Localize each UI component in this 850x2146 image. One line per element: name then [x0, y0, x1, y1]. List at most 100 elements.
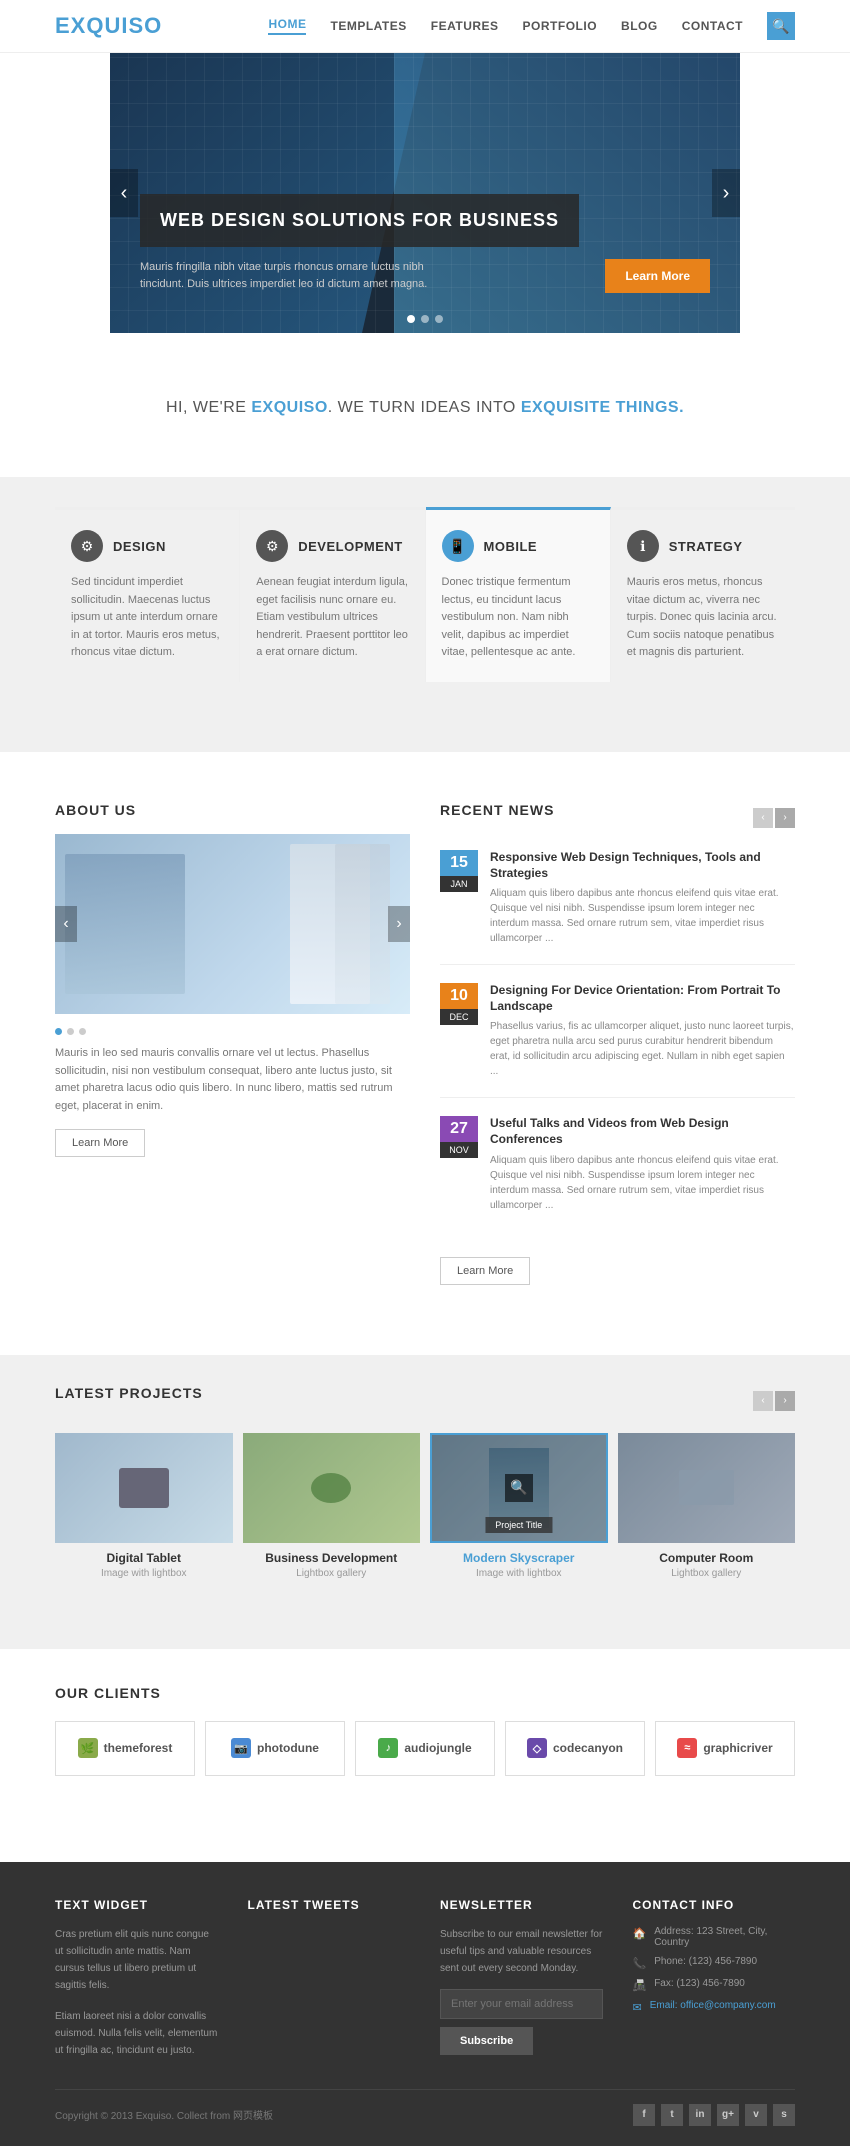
- about-title: ABOUT US: [55, 802, 410, 818]
- project-1: Digital Tablet Image with lightbox: [55, 1433, 233, 1579]
- nav-templates[interactable]: TEMPLATES: [330, 19, 406, 33]
- feature-development: ⚙ DEVELOPMENT Aenean feugiat interdum li…: [240, 510, 425, 682]
- about-dot-1[interactable]: [55, 1028, 62, 1035]
- project-img-1: [55, 1433, 233, 1543]
- footer-newsletter-col: NEWSLETTER Subscribe to our email newsle…: [440, 1898, 603, 2059]
- clients-section: OUR CLIENTS 🌿 themeforest 📷 photodune ♪ …: [55, 1685, 795, 1776]
- about-prev-arrow[interactable]: ‹: [55, 906, 77, 942]
- hero-section: ‹ › WEB DESIGN SOLUTIONS FOR BUSINESS Ma…: [55, 53, 795, 333]
- feature-development-title: DEVELOPMENT: [298, 539, 402, 554]
- news-next-btn[interactable]: ›: [775, 808, 795, 828]
- project-type-3: Image with lightbox: [430, 1568, 608, 1579]
- social-icons: f t in g+ v s: [633, 2104, 795, 2126]
- client-name-3: audiojungle: [404, 1741, 471, 1755]
- client-photodune[interactable]: 📷 photodune: [205, 1721, 345, 1776]
- main-nav: HOME TEMPLATES FEATURES PORTFOLIO BLOG C…: [268, 12, 795, 40]
- nav-blog[interactable]: BLOG: [621, 19, 658, 33]
- client-themeforest[interactable]: 🌿 themeforest: [55, 1721, 195, 1776]
- news-header: RECENT NEWS ‹ ›: [440, 802, 795, 834]
- footer-newsletter-title: NEWSLETTER: [440, 1898, 603, 1912]
- hero-dot-2[interactable]: [421, 315, 429, 323]
- tagline-highlight: EXQUISITE THINGS.: [521, 399, 684, 416]
- mobile-icon: 📱: [442, 530, 474, 562]
- news-day-1: 15: [440, 850, 478, 876]
- photodune-icon: 📷: [231, 1738, 251, 1758]
- news-title-2: Designing For Device Orientation: From P…: [490, 983, 795, 1014]
- nav-home[interactable]: HOME: [268, 17, 306, 35]
- footer-widget-text2: Etiam laoreet nisi a dolor convallis eui…: [55, 2008, 218, 2059]
- news-item-2: 10 DEC Designing For Device Orientation:…: [440, 983, 795, 1098]
- projects-section: LATEST PROJECTS ‹ › Digital Tablet Image…: [55, 1385, 795, 1579]
- project-thumb-3[interactable]: 🔍 Project Title: [430, 1433, 608, 1543]
- project-type-2: Lightbox gallery: [243, 1568, 421, 1579]
- about-dot-2[interactable]: [67, 1028, 74, 1035]
- client-name-4: codecanyon: [553, 1741, 623, 1755]
- projects-nav-arrows: ‹ ›: [753, 1391, 795, 1411]
- tagline-prefix: HI, WE'RE: [166, 399, 251, 416]
- about-learn-button[interactable]: Learn More: [55, 1129, 145, 1157]
- footer-widget-text1: Cras pretium elit quis nunc congue ut so…: [55, 1926, 218, 1994]
- hero-dot-1[interactable]: [407, 315, 415, 323]
- projects-prev-btn[interactable]: ‹: [753, 1391, 773, 1411]
- news-learn-button[interactable]: Learn More: [440, 1257, 530, 1285]
- nav-portfolio[interactable]: PORTFOLIO: [523, 19, 598, 33]
- project-2: Business Development Lightbox gallery: [243, 1433, 421, 1579]
- nav-contact[interactable]: CONTACT: [682, 19, 743, 33]
- clients-section-wrapper: OUR CLIENTS 🌿 themeforest 📷 photodune ♪ …: [0, 1649, 850, 1862]
- feature-design: ⚙ DESIGN Sed tincidunt imperdiet sollici…: [55, 510, 240, 682]
- nav-features[interactable]: FEATURES: [431, 19, 499, 33]
- project-badge-3: Project Title: [485, 1517, 552, 1533]
- feature-mobile: 📱 MOBILE Donec tristique fermentum lectu…: [426, 507, 611, 682]
- news-month-2: DEC: [440, 1009, 478, 1025]
- news-date-2: 10 DEC: [440, 983, 478, 1079]
- social-vimeo[interactable]: v: [745, 2104, 767, 2126]
- client-codecanyon[interactable]: ◇ codecanyon: [505, 1721, 645, 1776]
- client-audiojungle[interactable]: ♪ audiojungle: [355, 1721, 495, 1776]
- news-prev-btn[interactable]: ‹: [753, 808, 773, 828]
- social-facebook[interactable]: f: [633, 2104, 655, 2126]
- client-name-2: photodune: [257, 1741, 319, 1755]
- email-link[interactable]: Email: office@company.com: [650, 2000, 776, 2011]
- about-next-arrow[interactable]: ›: [388, 906, 410, 942]
- about-news-section: ABOUT US ‹ › Mauris in leo sed mauris co…: [0, 752, 850, 1355]
- search-button[interactable]: 🔍: [767, 12, 795, 40]
- news-day-3: 27: [440, 1116, 478, 1142]
- feature-mobile-desc: Donec tristique fermentum lectus, eu tin…: [442, 574, 594, 662]
- fax-text: Fax: (123) 456-7890: [654, 1978, 745, 1989]
- footer-widget-title: TEXT WIDGET: [55, 1898, 218, 1912]
- copyright: Copyright © 2013 Exquiso. Collect from 网…: [55, 2107, 273, 2122]
- hero-learn-button[interactable]: Learn More: [605, 259, 710, 293]
- footer-grid: TEXT WIDGET Cras pretium elit quis nunc …: [55, 1898, 795, 2059]
- newsletter-email-input[interactable]: [440, 1989, 603, 2019]
- footer-widget-col: TEXT WIDGET Cras pretium elit quis nunc …: [55, 1898, 218, 2059]
- social-googleplus[interactable]: g+: [717, 2104, 739, 2126]
- project-thumb-4[interactable]: [618, 1433, 796, 1543]
- hero-dot-3[interactable]: [435, 315, 443, 323]
- project-img-2: [243, 1433, 421, 1543]
- projects-next-btn[interactable]: ›: [775, 1391, 795, 1411]
- logo[interactable]: EXQUISO: [55, 13, 162, 39]
- client-graphicriver[interactable]: ≈ graphicriver: [655, 1721, 795, 1776]
- phone-text: Phone: (123) 456-7890: [654, 1956, 757, 1967]
- footer-contact-title: CONTACT INFO: [633, 1898, 796, 1912]
- client-name-5: graphicriver: [703, 1741, 772, 1755]
- project-thumb-1[interactable]: [55, 1433, 233, 1543]
- hero-next-arrow[interactable]: ›: [712, 169, 740, 217]
- social-skype[interactable]: s: [773, 2104, 795, 2126]
- address-text: Address: 123 Street, City, Country: [654, 1926, 795, 1948]
- social-twitter[interactable]: t: [661, 2104, 683, 2126]
- tagline: HI, WE'RE EXQUISO. WE TURN IDEAS INTO EX…: [0, 363, 850, 447]
- about-dot-3[interactable]: [79, 1028, 86, 1035]
- project-thumb-2[interactable]: [243, 1433, 421, 1543]
- news-title: RECENT NEWS: [440, 802, 554, 818]
- social-linkedin[interactable]: in: [689, 2104, 711, 2126]
- news-date-3: 27 NOV: [440, 1116, 478, 1212]
- news-content-3: Useful Talks and Videos from Web Design …: [490, 1116, 795, 1212]
- hero-prev-arrow[interactable]: ‹: [110, 169, 138, 217]
- feature-design-title: DESIGN: [113, 539, 166, 554]
- about-slider: ‹ ›: [55, 834, 410, 1014]
- subscribe-button[interactable]: Subscribe: [440, 2027, 533, 2055]
- about-person2: [335, 844, 390, 1004]
- news-content-1: Responsive Web Design Techniques, Tools …: [490, 850, 795, 946]
- themeforest-icon: 🌿: [78, 1738, 98, 1758]
